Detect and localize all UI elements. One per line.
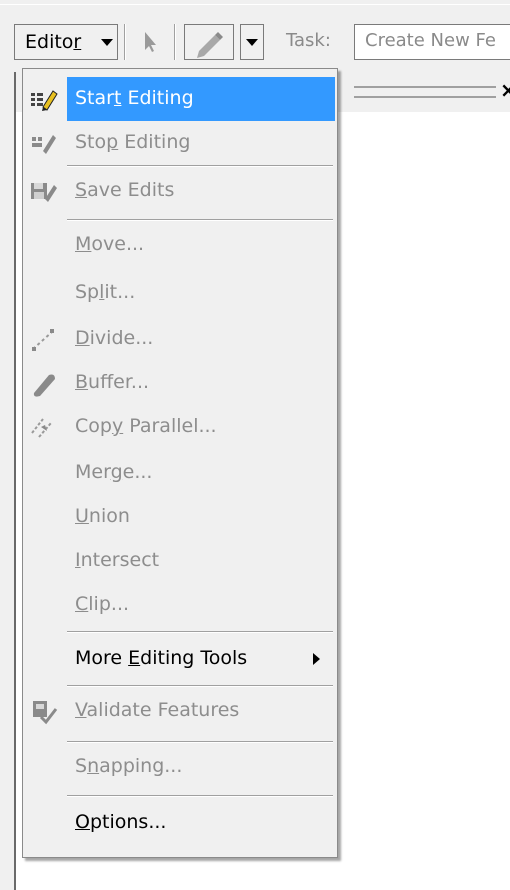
menu-divider	[67, 741, 333, 742]
chevron-down-icon	[246, 39, 258, 46]
menu-item-more-editing-tools[interactable]: More Editing Tools	[23, 637, 337, 681]
menu-item-buffer[interactable]: Buffer...	[23, 361, 337, 405]
panel-grip[interactable]	[354, 86, 496, 98]
menu-item-union[interactable]: Union	[23, 495, 337, 539]
menu-item-validate-features[interactable]: Validate Features	[23, 689, 337, 733]
menu-item-intersect[interactable]: Intersect	[23, 539, 337, 583]
chevron-down-icon	[101, 39, 113, 46]
menu-item-label: Snapping...	[75, 755, 183, 777]
menu-item-split[interactable]: Split...	[23, 271, 337, 315]
menu-item-label: Clip...	[75, 593, 130, 615]
menu-divider	[67, 631, 333, 632]
menu-item-start-editing[interactable]: Start Editing	[23, 77, 337, 121]
editor-menu-button[interactable]: Editor	[14, 24, 118, 60]
menu-item-label: Start Editing	[75, 87, 194, 109]
menu-item-label: Validate Features	[75, 699, 240, 721]
task-select-value: Create New Fe	[365, 30, 496, 51]
menu-item-label: Save Edits	[75, 179, 175, 201]
sketch-tool-dropdown[interactable]	[240, 24, 264, 60]
toolbar-separator	[124, 24, 125, 60]
menu-item-label: Copy Parallel...	[75, 415, 217, 437]
menu-item-copy-parallel[interactable]: Copy Parallel...	[23, 405, 337, 449]
menu-item-snapping[interactable]: Snapping...	[23, 745, 337, 789]
menu-item-label: Split...	[75, 281, 136, 303]
menu-item-label: Buffer...	[75, 371, 150, 393]
menu-item-divide[interactable]: Divide...	[23, 317, 337, 361]
menu-divider	[67, 795, 333, 796]
copy-parallel-icon	[31, 418, 52, 438]
start-editing-icon	[31, 90, 58, 111]
save-edits-icon	[31, 183, 57, 202]
menu-item-label: Intersect	[75, 549, 160, 571]
menu-item-save-edits[interactable]: Save Edits	[23, 169, 337, 213]
editor-dropdown-menu: Start Editing Stop Editing Save Edits Mo…	[22, 68, 338, 858]
menu-item-label: Merge...	[75, 461, 153, 483]
menu-divider	[67, 685, 333, 686]
menu-item-clip[interactable]: Clip...	[23, 583, 337, 627]
menu-item-label: More Editing Tools	[75, 647, 248, 669]
editor-toolbar: Editor Task: Create New Fe	[0, 0, 510, 66]
menu-divider	[67, 165, 333, 166]
menu-item-label: Union	[75, 505, 130, 527]
toolbar-separator	[174, 24, 175, 60]
menu-item-options[interactable]: Options...	[23, 801, 337, 845]
sketch-tool-button[interactable]	[184, 24, 234, 60]
buffer-icon	[33, 374, 55, 397]
divide-icon	[32, 329, 54, 351]
menu-item-label: Stop Editing	[75, 131, 191, 153]
editor-menu-label: Editor	[25, 31, 82, 53]
close-icon[interactable]: ×	[500, 78, 510, 102]
menu-item-stop-editing[interactable]: Stop Editing	[23, 121, 337, 165]
chevron-right-icon	[313, 653, 320, 665]
validate-features-icon	[33, 701, 58, 725]
toolbar-top-border	[0, 4, 510, 5]
task-select[interactable]: Create New Fe	[354, 24, 510, 60]
task-label: Task:	[286, 30, 331, 51]
menu-item-label: Move...	[75, 233, 145, 255]
menu-item-move[interactable]: Move...	[23, 223, 337, 267]
menu-item-merge[interactable]: Merge...	[23, 451, 337, 495]
menu-item-label: Options...	[75, 811, 167, 833]
pencil-icon	[197, 32, 223, 58]
menu-item-label: Divide...	[75, 327, 154, 349]
edit-tool-arrow-icon[interactable]	[136, 28, 164, 56]
menu-divider	[67, 219, 333, 220]
stop-editing-icon	[32, 135, 56, 154]
